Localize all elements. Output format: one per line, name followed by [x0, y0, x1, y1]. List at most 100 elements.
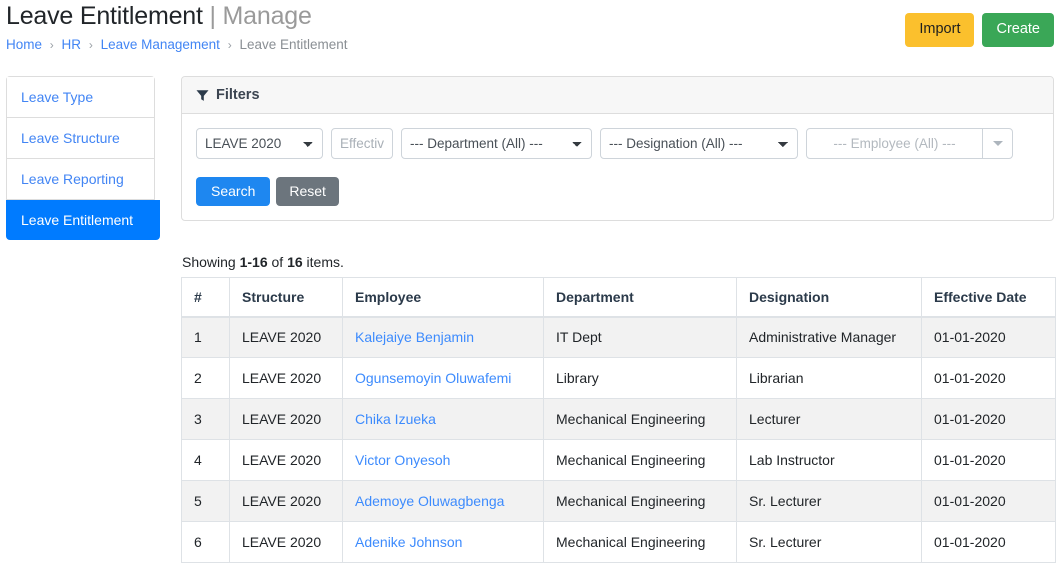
cell-structure: LEAVE 2020	[229, 398, 343, 440]
table-body: 1 LEAVE 2020 Kalejaiye Benjamin IT Dept …	[181, 316, 1056, 563]
table-row: 4 LEAVE 2020 Victor Onyesoh Mechanical E…	[181, 439, 1056, 481]
cell-effective-date: 01-01-2020	[921, 521, 1056, 563]
department-select[interactable]: --- Department (All) ---	[401, 128, 592, 159]
leave-entitlement-page: Leave Entitlement | Manage Home › HR › L…	[0, 0, 1060, 564]
sidebar-item-label: Leave Structure	[21, 130, 120, 146]
cell-number: 1	[181, 316, 230, 358]
cell-designation: Librarian	[736, 357, 922, 399]
column-header-structure: Structure	[229, 277, 343, 318]
table-header: # Structure Employee Department Designat…	[181, 277, 1056, 318]
breadcrumb: Home › HR › Leave Management › Leave Ent…	[6, 37, 348, 53]
table-row: 5 LEAVE 2020 Ademoye Oluwagbenga Mechani…	[181, 480, 1056, 522]
filters-actions: Search Reset	[182, 165, 1053, 220]
employee-link[interactable]: Adenike Johnson	[355, 534, 462, 550]
sidebar-item-leave-reporting[interactable]: Leave Reporting	[7, 159, 154, 200]
table-row: 3 LEAVE 2020 Chika Izueka Mechanical Eng…	[181, 398, 1056, 440]
sidebar-item-leave-type[interactable]: Leave Type	[7, 77, 154, 118]
table-row: 1 LEAVE 2020 Kalejaiye Benjamin IT Dept …	[181, 316, 1056, 358]
table-row: 6 LEAVE 2020 Adenike Johnson Mechanical …	[181, 521, 1056, 563]
cell-department: IT Dept	[543, 316, 737, 358]
cell-employee: Ogunsemoyin Oluwafemi	[342, 357, 544, 399]
summary-middle: of	[267, 254, 288, 270]
header-actions: Import Create	[905, 13, 1054, 47]
employee-link[interactable]: Ogunsemoyin Oluwafemi	[355, 370, 511, 386]
breadcrumb-item-home[interactable]: Home	[6, 37, 42, 52]
employee-link[interactable]: Victor Onyesoh	[355, 452, 450, 468]
breadcrumb-item-leave-management[interactable]: Leave Management	[101, 37, 220, 52]
cell-department: Mechanical Engineering	[543, 398, 737, 440]
page-title-subtitle: Manage	[222, 2, 312, 30]
cell-effective-date: 01-01-2020	[921, 316, 1056, 358]
breadcrumb-item-hr[interactable]: HR	[62, 37, 82, 52]
entitlement-table: # Structure Employee Department Designat…	[181, 277, 1056, 563]
page-header: Leave Entitlement | Manage Home › HR › L…	[0, 0, 1060, 58]
cell-employee: Chika Izueka	[342, 398, 544, 440]
structure-select[interactable]: LEAVE 2020	[196, 128, 323, 159]
cell-department: Mechanical Engineering	[543, 480, 737, 522]
cell-department: Mechanical Engineering	[543, 521, 737, 563]
table-header-row: # Structure Employee Department Designat…	[181, 277, 1056, 318]
employee-link[interactable]: Kalejaiye Benjamin	[355, 329, 474, 345]
cell-designation: Sr. Lecturer	[736, 480, 922, 522]
cell-number: 3	[181, 398, 230, 440]
employee-link[interactable]: Chika Izueka	[355, 411, 436, 427]
import-button[interactable]: Import	[905, 13, 975, 47]
funnel-icon	[196, 89, 209, 102]
effective-date-input[interactable]	[331, 128, 393, 159]
filters-row: LEAVE 2020 --- Department (All) --- --- …	[196, 128, 1039, 159]
cell-structure: LEAVE 2020	[229, 316, 343, 358]
breadcrumb-separator: ›	[88, 38, 93, 52]
cell-designation: Lecturer	[736, 398, 922, 440]
cell-effective-date: 01-01-2020	[921, 398, 1056, 440]
title-block: Leave Entitlement | Manage	[6, 1, 312, 31]
chevron-down-icon[interactable]	[982, 129, 1012, 158]
cell-effective-date: 01-01-2020	[921, 480, 1056, 522]
filters-body: LEAVE 2020 --- Department (All) --- --- …	[182, 114, 1053, 165]
sidebar-item-leave-structure[interactable]: Leave Structure	[7, 118, 154, 159]
column-header-employee: Employee	[342, 277, 544, 318]
cell-designation: Sr. Lecturer	[736, 521, 922, 563]
employee-link[interactable]: Ademoye Oluwagbenga	[355, 493, 504, 509]
sidebar-item-leave-entitlement[interactable]: Leave Entitlement	[6, 200, 160, 240]
sidebar-item-label: Leave Entitlement	[21, 212, 134, 228]
page-title-separator: |	[209, 2, 216, 30]
filters-panel-header: Filters	[182, 77, 1053, 114]
cell-employee: Victor Onyesoh	[342, 439, 544, 481]
cell-structure: LEAVE 2020	[229, 439, 343, 481]
cell-designation: Administrative Manager	[736, 316, 922, 358]
cell-department: Mechanical Engineering	[543, 439, 737, 481]
column-header-number: #	[181, 277, 230, 318]
cell-structure: LEAVE 2020	[229, 521, 343, 563]
designation-select[interactable]: --- Designation (All) ---	[600, 128, 798, 159]
column-header-effective-date: Effective Date	[921, 277, 1056, 318]
cell-structure: LEAVE 2020	[229, 480, 343, 522]
cell-structure: LEAVE 2020	[229, 357, 343, 399]
cell-effective-date: 01-01-2020	[921, 439, 1056, 481]
create-button[interactable]: Create	[982, 13, 1054, 47]
employee-select[interactable]: --- Employee (All) ---	[806, 128, 1013, 159]
breadcrumb-separator: ›	[227, 38, 232, 52]
employee-select-placeholder: --- Employee (All) ---	[833, 136, 956, 151]
cell-number: 6	[181, 521, 230, 563]
page-title-main: Leave Entitlement	[6, 2, 203, 30]
search-button[interactable]: Search	[196, 177, 271, 206]
entitlement-table-wrapper: # Structure Employee Department Designat…	[181, 277, 1056, 563]
filters-panel-title: Filters	[216, 87, 260, 103]
sidebar-item-label: Leave Reporting	[21, 171, 124, 187]
column-header-department: Department	[543, 277, 737, 318]
reset-button[interactable]: Reset	[276, 177, 339, 206]
summary-prefix: Showing	[182, 254, 240, 270]
table-row: 2 LEAVE 2020 Ogunsemoyin Oluwafemi Libra…	[181, 357, 1056, 399]
cell-number: 4	[181, 439, 230, 481]
cell-number: 5	[181, 480, 230, 522]
page-title: Leave Entitlement | Manage	[6, 1, 312, 31]
breadcrumb-item-current: Leave Entitlement	[239, 37, 348, 52]
cell-employee: Adenike Johnson	[342, 521, 544, 563]
cell-number: 2	[181, 357, 230, 399]
sidebar-nav: Leave Type Leave Structure Leave Reporti…	[6, 76, 160, 240]
breadcrumb-separator: ›	[49, 38, 54, 52]
cell-effective-date: 01-01-2020	[921, 357, 1056, 399]
filters-panel: Filters LEAVE 2020 --- Department (All) …	[181, 76, 1054, 221]
cell-designation: Lab Instructor	[736, 439, 922, 481]
cell-employee: Ademoye Oluwagbenga	[342, 480, 544, 522]
